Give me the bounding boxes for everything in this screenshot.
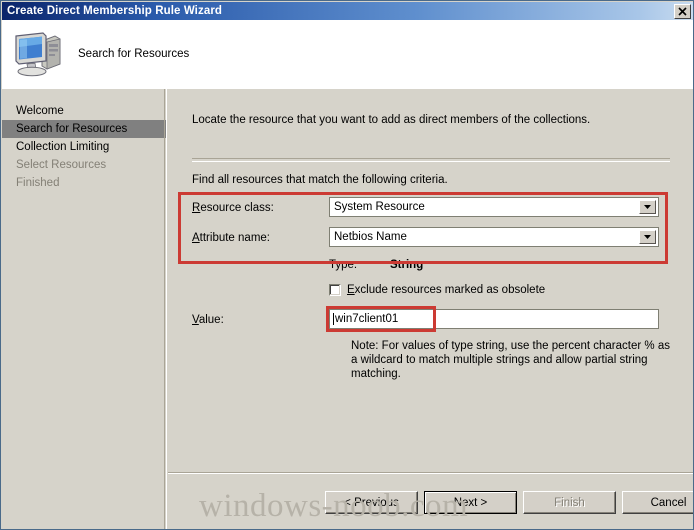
sidebar-item-finished: Finished xyxy=(16,177,60,189)
type-value: String xyxy=(390,259,424,271)
close-button[interactable] xyxy=(674,3,691,19)
attribute-name-combobox[interactable]: Netbios Name xyxy=(329,227,659,247)
exclude-obsolete-label: Exclude resources marked as obsolete xyxy=(347,284,546,296)
button-bar: < Previous Next > Finish Cancel xyxy=(168,472,693,529)
exclude-obsolete-checkbox[interactable] xyxy=(329,284,341,296)
wizard-header: Search for Resources xyxy=(2,20,693,89)
attribute-name-label: Attribute name: xyxy=(192,232,270,244)
attribute-name-value: Netbios Name xyxy=(334,231,407,243)
cancel-button[interactable]: Cancel xyxy=(622,491,693,514)
title-bar: Create Direct Membership Rule Wizard xyxy=(2,2,693,20)
value-label: Value: xyxy=(192,314,224,326)
intro-text: Locate the resource that you want to add… xyxy=(192,114,591,126)
next-button[interactable]: Next > xyxy=(424,491,517,514)
sidebar-item-collection-limiting[interactable]: Collection Limiting xyxy=(2,138,166,156)
resource-class-combobox[interactable]: System Resource xyxy=(329,197,659,217)
header-title: Search for Resources xyxy=(78,48,190,60)
chevron-down-icon[interactable] xyxy=(639,230,656,244)
wizard-steps-sidebar: Welcome Search for Resources Collection … xyxy=(2,89,167,529)
resource-class-label: Resource class: xyxy=(192,202,274,214)
criteria-heading: Find all resources that match the follow… xyxy=(192,174,448,186)
sidebar-item-search-for-resources[interactable]: Search for Resources xyxy=(2,120,166,138)
horizontal-divider xyxy=(192,158,670,162)
chevron-down-icon[interactable] xyxy=(639,200,656,214)
finish-button: Finish xyxy=(523,491,616,514)
close-icon xyxy=(678,6,687,16)
previous-button[interactable]: < Previous xyxy=(325,491,418,514)
computer-icon xyxy=(15,32,61,77)
exclude-obsolete-checkbox-row[interactable]: Exclude resources marked as obsolete xyxy=(329,284,545,296)
text-cursor xyxy=(333,313,334,325)
resource-class-value: System Resource xyxy=(334,201,425,213)
sidebar-item-select-resources: Select Resources xyxy=(16,159,107,171)
note-text: Note: For values of type string, use the… xyxy=(351,340,670,380)
window-title: Create Direct Membership Rule Wizard xyxy=(7,5,223,17)
wizard-content-pane: Locate the resource that you want to add… xyxy=(168,89,693,473)
value-input[interactable]: win7client01 xyxy=(329,309,659,329)
type-label: Type: xyxy=(329,259,358,271)
sidebar-item-welcome[interactable]: Welcome xyxy=(2,102,166,120)
value-input-text: win7client01 xyxy=(335,313,399,325)
wizard-dialog: Create Direct Membership Rule Wizard Sea… xyxy=(0,0,694,530)
